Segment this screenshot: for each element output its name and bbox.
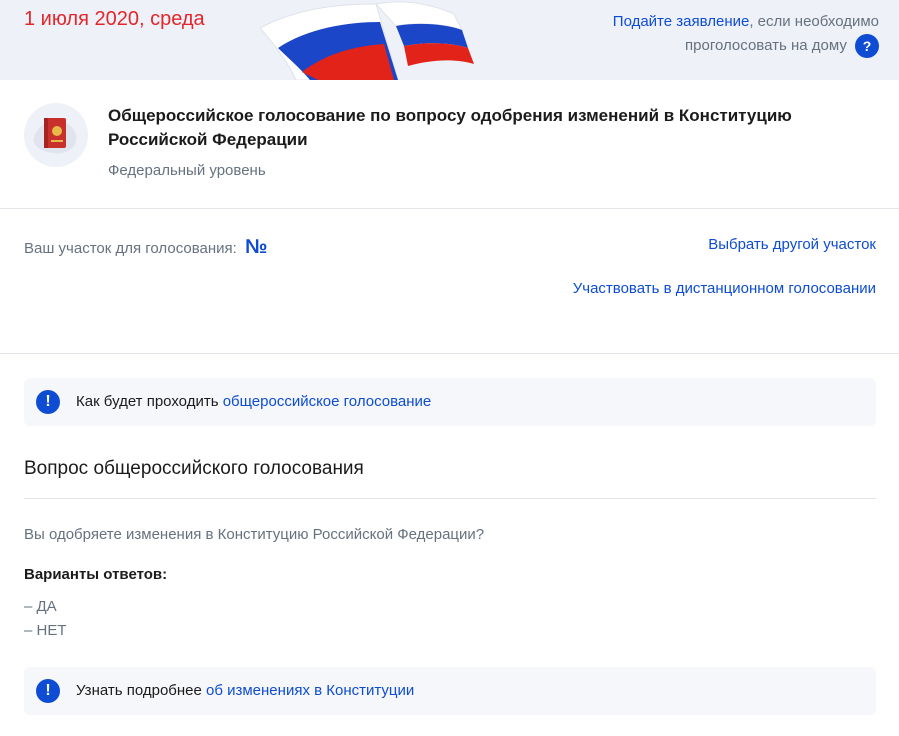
question-icon[interactable]: ?: [855, 34, 879, 59]
info-text: Как будет проходить общероссийское голос…: [76, 393, 431, 410]
apply-link[interactable]: Подайте заявление: [613, 13, 750, 30]
voting-info-link[interactable]: общероссийское голосование: [223, 393, 432, 410]
vote-title: Общероссийское голосование по вопросу од…: [108, 106, 792, 149]
info-box-amendments: ! Узнать подробнее об изменениях в Конст…: [24, 667, 876, 715]
info-text-prefix: Как будет проходить: [76, 393, 223, 410]
choose-other-station-link[interactable]: Выбрать другой участок: [708, 236, 876, 253]
answer-option-no: – НЕТ: [24, 622, 67, 639]
question-text: Вы одобряете изменения в Конституцию Рос…: [24, 526, 485, 543]
options-heading: Варианты ответов:: [24, 566, 168, 583]
polling-station: Ваш участок для голосования: №: [24, 236, 267, 259]
info-text: Узнать подробнее об изменениях в Констит…: [76, 682, 414, 699]
station-number: №: [244, 236, 268, 258]
info-box-how-voting: ! Как будет проходить общероссийское гол…: [24, 378, 876, 426]
banner-date: 1 июля 2020, среда: [24, 8, 205, 30]
apply-text-1: , если необходимо: [749, 13, 879, 30]
exclamation-icon: !: [36, 679, 60, 703]
constitution-book-icon: [33, 118, 77, 154]
top-banner: 1 июля 2020, среда Подайте заявление, ес…: [0, 0, 899, 80]
section-divider: [0, 208, 899, 209]
apply-text-2: проголосовать на дому: [685, 37, 847, 54]
vote-level: Федеральный уровень: [108, 162, 266, 179]
remote-voting-link[interactable]: Участвовать в дистанционном голосовании: [573, 280, 876, 297]
emblem-avatar: [24, 103, 88, 167]
section-divider: [0, 353, 899, 354]
answer-option-yes: – ДА: [24, 598, 57, 615]
apply-home-voting: Подайте заявление, если необходимо прого…: [549, 10, 879, 59]
exclamation-icon: !: [36, 390, 60, 414]
question-divider: [24, 498, 876, 499]
russian-flag-icon: [259, 1, 474, 80]
station-label: Ваш участок для голосования:: [24, 240, 237, 257]
question-heading: Вопрос общероссийского голосования: [24, 458, 364, 479]
info-text-prefix: Узнать подробнее: [76, 682, 207, 699]
amendments-link[interactable]: об изменениях в Конституции: [206, 682, 414, 699]
